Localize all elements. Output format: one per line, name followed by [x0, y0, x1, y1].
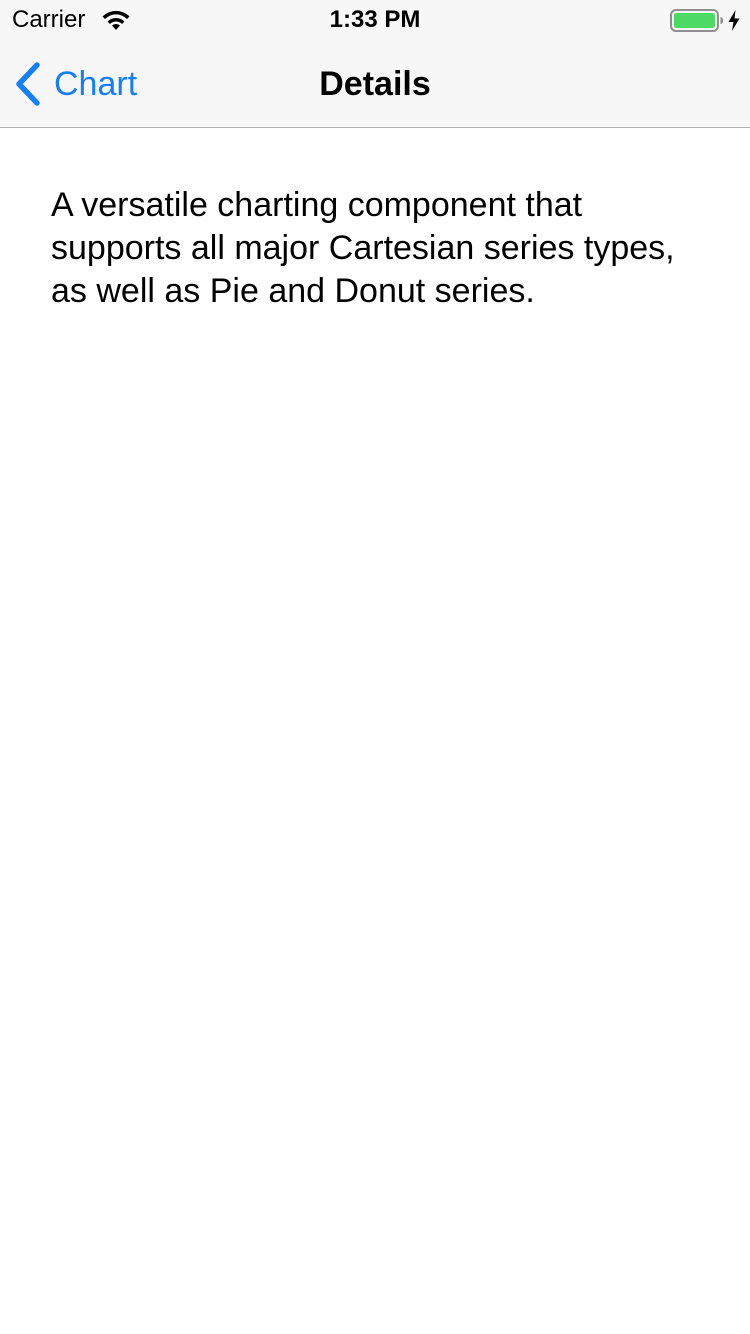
details-screen: Carrier 1:33 PM Chart Details A versatil… — [0, 0, 750, 1334]
page-title: Details — [319, 65, 431, 103]
status-time: 1:33 PM — [329, 6, 421, 33]
status-bar: Carrier 1:33 PM — [0, 0, 750, 40]
description-text: A versatile charting component that supp… — [51, 186, 675, 310]
battery-icon — [670, 9, 723, 32]
top-bar: Carrier 1:33 PM Chart Details — [0, 0, 750, 128]
navigation-bar: Chart Details — [0, 40, 750, 128]
charging-bolt-icon — [728, 10, 740, 31]
details-content: A versatile charting component that supp… — [51, 184, 711, 313]
